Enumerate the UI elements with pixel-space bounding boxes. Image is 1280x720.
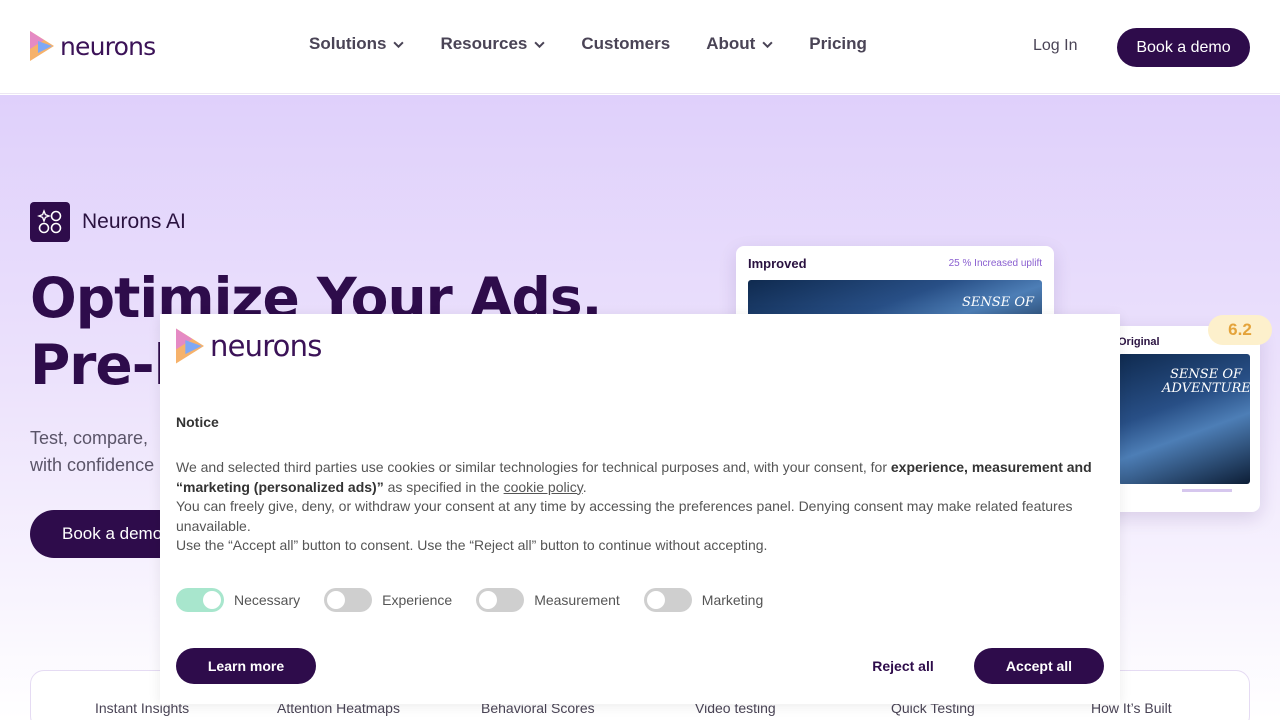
chevron-down-icon [393,41,405,48]
original-card-title: Original [1118,336,1160,348]
nav-about[interactable]: About [706,34,773,54]
notice-title: Notice [176,414,219,430]
marketing-switch[interactable] [643,588,692,612]
cookie-dialog-logo: neurons [176,328,322,364]
nav-about-label: About [706,34,756,53]
consent-toggles: Necessary Experience Measurement Marketi… [176,588,787,612]
toggle-experience-label: Experience [382,592,453,608]
notice-paragraph-2: You can freely give, deny, or withdraw y… [176,498,1073,534]
necessary-switch[interactable] [176,588,224,612]
neurons-logo-mark-icon [30,31,54,61]
notice-text: We and selected third parties use cookie… [176,458,1106,556]
notice-text-part-2: as specified in the [383,478,504,495]
reject-all-button[interactable]: Reject all [844,648,962,684]
improved-card-title: Improved [748,256,807,271]
notice-paragraph-3: Use the “Accept all” button to consent. … [176,537,768,553]
original-ad-image-text: SENSE OF ADVENTURE [1162,367,1250,396]
switch-knob [203,591,221,609]
toggle-necessary-label: Necessary [234,592,301,608]
nav-resources[interactable]: Resources [440,34,545,54]
nav-pricing[interactable]: Pricing [809,34,867,54]
experience-switch[interactable] [324,588,373,612]
nav-customers[interactable]: Customers [581,34,670,54]
cookie-consent-dialog: neurons Notice We and selected third par… [160,314,1120,704]
learn-more-button[interactable]: Learn more [176,648,316,684]
improved-ad-image-text: SENSE OF [962,295,1034,310]
switch-knob [479,591,498,609]
logo-text: neurons [60,31,156,61]
accept-all-button[interactable]: Accept all [974,648,1104,684]
login-link[interactable]: Log In [1033,37,1077,55]
score-badge: 6.2 [1208,315,1272,345]
nav-resources-label: Resources [440,34,528,53]
badge-label: Neurons AI [82,210,186,233]
card-footer-line [1182,489,1232,492]
notice-text-part-3: . [582,478,587,495]
nav-pricing-label: Pricing [809,34,867,53]
nav-solutions-label: Solutions [309,34,387,53]
toggle-experience[interactable]: Experience [324,588,452,612]
chevron-down-icon [762,41,773,48]
uplift-label: 25 % Increased uplift [948,258,1042,269]
neurons-logo-mark-icon [176,328,204,364]
cookie-policy-link[interactable]: cookie policy [504,479,583,495]
notice-paragraph-1: We and selected third parties use cookie… [176,458,1106,497]
cookie-logo-text: neurons [210,329,322,363]
toggle-marketing-label: Marketing [701,592,764,608]
switch-knob [327,591,346,609]
neurons-logo[interactable]: neurons [30,30,156,62]
original-ad-image: SENSE OF ADVENTURE [1118,354,1250,484]
sparkles-icon [30,202,70,242]
notice-text-part-1: We and selected third parties use cookie… [176,459,891,475]
site-header: neurons Solutions Resources Customers Ab… [0,0,1280,94]
toggle-measurement-label: Measurement [534,592,620,608]
chevron-down-icon [534,41,545,48]
toggle-measurement[interactable]: Measurement [476,588,620,612]
switch-knob [646,591,665,609]
measurement-switch[interactable] [476,588,525,612]
main-nav: Solutions Resources Customers About Pric… [309,34,867,54]
nav-solutions[interactable]: Solutions [309,34,405,54]
nav-customers-label: Customers [581,34,671,53]
toggle-marketing[interactable]: Marketing [643,588,764,612]
toggle-necessary[interactable]: Necessary [176,588,300,612]
book-demo-button[interactable]: Book a demo [1117,28,1250,67]
